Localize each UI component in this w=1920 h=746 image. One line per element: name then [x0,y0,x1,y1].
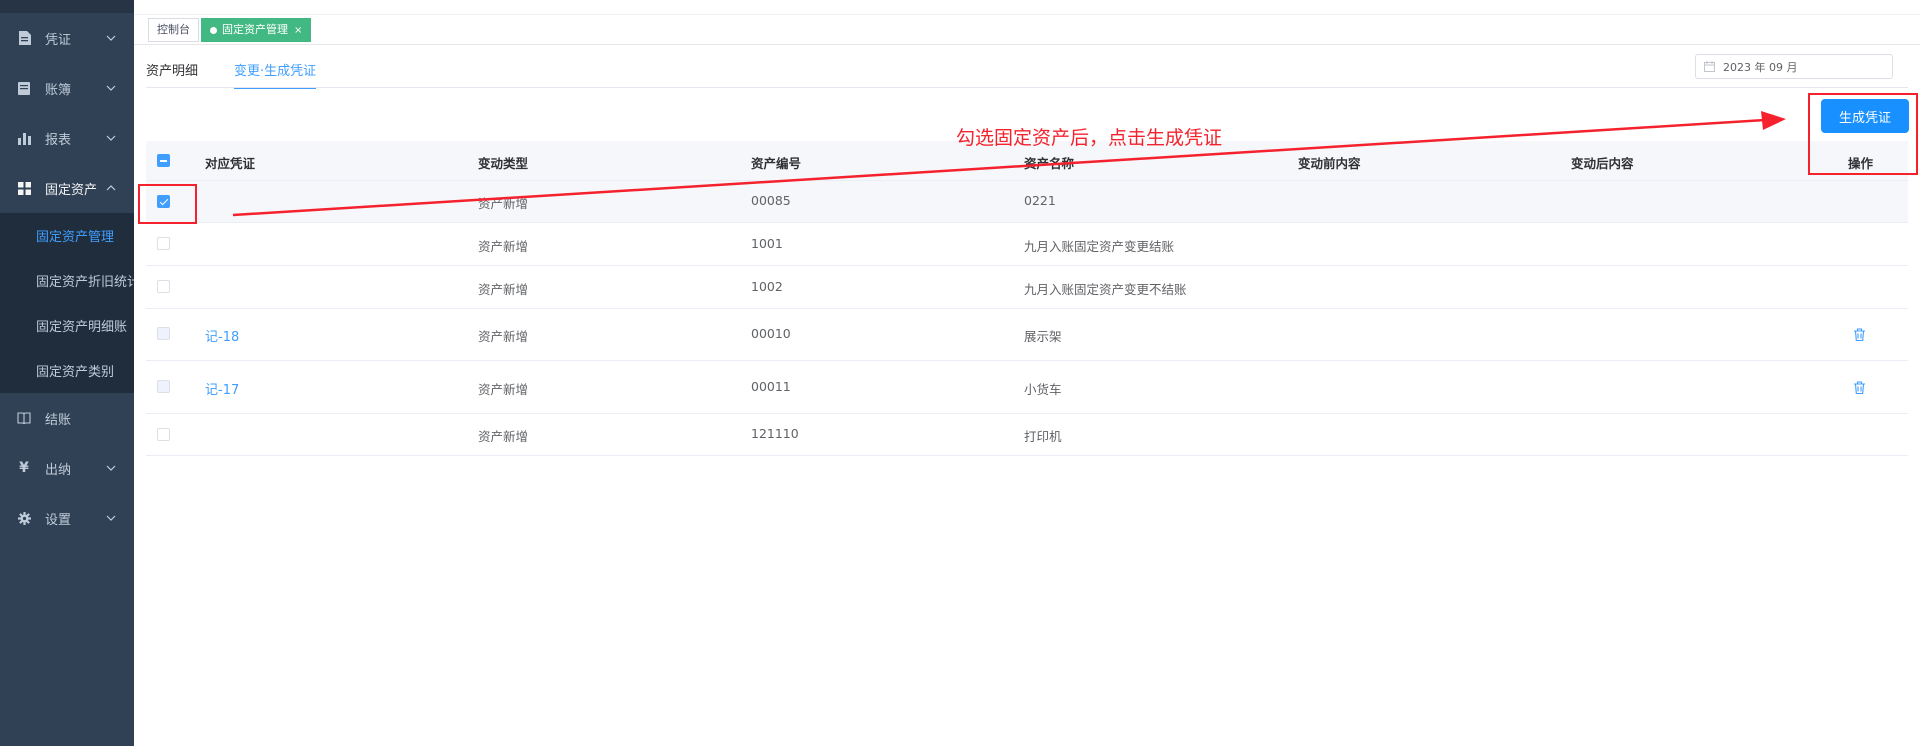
row-checkbox[interactable] [157,237,170,250]
submenu-item-asset-ledger[interactable]: 固定资产明细账 [0,303,134,348]
row-checkbox[interactable] [157,327,170,340]
chevron-up-icon [106,185,116,191]
asset-code: 1002 [751,279,783,294]
chevron-down-icon [106,135,116,141]
sidebar-item-label: 固定资产 [45,182,98,198]
sidebar-item-label: 凭证 [45,32,72,48]
chevron-down-icon [106,35,116,41]
submenu-item-asset-category[interactable]: 固定资产类别 [0,348,134,393]
header-asset-code: 资产编号 [751,156,802,171]
table-row[interactable]: 记-17 资产新增 00011 小货车 [146,361,1908,414]
sidebar-item-settings[interactable]: 设置 [0,493,134,543]
tab-asset-detail[interactable]: 资产明细 [146,60,198,88]
header-voucher: 对应凭证 [205,156,256,171]
month-picker-value: 2023 年 09 月 [1723,60,1798,74]
tag-console[interactable]: 控制台 [148,18,199,42]
voucher-link[interactable]: 记-18 [205,326,239,345]
tag-label: 固定资产管理 [222,23,288,36]
change-type: 资产新增 [478,382,529,397]
open-book-icon [17,411,31,425]
fixed-assets-submenu: 固定资产管理 固定资产折旧统计 固定资产明细账 固定资产类别 [0,213,134,393]
sidebar-item-voucher[interactable]: 凭证 [0,13,134,63]
tags-view: 控制台 固定资产管理 × [134,0,1920,45]
asset-name: 九月入账固定资产变更结账 [1024,239,1175,254]
header-after: 变动后内容 [1571,156,1634,171]
document-icon [17,31,31,45]
sidebar-item-closing[interactable]: 结账 [0,393,134,443]
sidebar-item-ledger[interactable]: 账簿 [0,63,134,113]
row-checkbox[interactable] [157,428,170,441]
sidebar-item-label: 结账 [45,412,72,428]
yen-icon: ¥ [19,460,29,476]
table-row[interactable]: 资产新增 121110 打印机 [146,414,1908,456]
table-row[interactable]: 资产新增 1002 九月入账固定资产变更不结账 [146,266,1908,309]
tabs: 资产明细 变更·生成凭证 [146,60,352,89]
select-all-checkbox[interactable] [157,154,170,167]
header-asset-name: 资产名称 [1024,156,1075,171]
change-type: 资产新增 [478,239,529,254]
sidebar-top [0,0,134,13]
annotation-highlight-checkbox [138,184,197,224]
change-table: 对应凭证 变动类型 资产编号 资产名称 变动前内容 变动后内容 操作 资产新增 … [146,141,1908,456]
gear-icon [17,511,31,525]
book-icon [17,81,31,95]
chevron-down-icon [106,515,116,521]
row-checkbox[interactable] [157,380,170,393]
change-type: 资产新增 [478,429,529,444]
trash-icon[interactable] [1853,328,1866,341]
tabs-divider [146,87,1908,88]
sidebar-item-reports[interactable]: 报表 [0,113,134,163]
main-content: 控制台 固定资产管理 × 资产明细 变更·生成凭证 2023 年 09 月 生成凭… [134,0,1920,746]
sidebar-item-label: 设置 [45,512,72,528]
asset-name: 打印机 [1024,429,1062,444]
sidebar-item-fixed-assets[interactable]: 固定资产 [0,163,134,213]
change-type: 资产新增 [478,282,529,297]
annotation-highlight-button [1808,93,1918,175]
voucher-link[interactable]: 记-17 [205,379,239,398]
table-row[interactable]: 记-18 资产新增 00010 展示架 [146,309,1908,361]
asset-name: 展示架 [1024,329,1062,344]
table-row[interactable]: 资产新增 1001 九月入账固定资产变更结账 [146,223,1908,266]
asset-code: 00011 [751,379,791,394]
sidebar: 凭证 账簿 报表 固定资产 固定资产管理 固定资产折旧统计 固定资产明细账 固定… [0,0,134,746]
bar-chart-icon [17,131,31,145]
calendar-icon [1704,61,1715,72]
close-icon[interactable]: × [294,25,302,36]
submenu-item-asset-management[interactable]: 固定资产管理 [0,213,134,258]
sidebar-item-cashier[interactable]: ¥ 出纳 [0,443,134,493]
sidebar-item-label: 报表 [45,132,72,148]
tag-asset-management[interactable]: 固定资产管理 × [201,18,312,42]
change-type: 资产新增 [478,329,529,344]
asset-name: 0221 [1024,193,1056,208]
tab-change-generate-voucher[interactable]: 变更·生成凭证 [234,60,317,89]
header-change-type: 变动类型 [478,156,529,171]
asset-code: 00010 [751,326,791,341]
asset-code: 1001 [751,236,783,251]
trash-icon[interactable] [1853,381,1866,394]
asset-code: 00085 [751,193,791,208]
month-picker[interactable]: 2023 年 09 月 [1695,54,1893,79]
asset-code: 121110 [751,426,799,441]
asset-name: 九月入账固定资产变更不结账 [1024,282,1187,297]
annotation-text: 勾选固定资产后，点击生成凭证 [956,127,1223,149]
grid-icon [17,181,31,195]
sidebar-item-label: 出纳 [45,462,72,478]
chevron-down-icon [106,465,116,471]
table-row[interactable]: 资产新增 00085 0221 [146,181,1908,223]
row-checkbox[interactable] [157,280,170,293]
change-type: 资产新增 [478,196,529,211]
chevron-down-icon [106,85,116,91]
header-before: 变动前内容 [1298,156,1361,171]
submenu-item-depreciation-stats[interactable]: 固定资产折旧统计 [0,258,134,303]
sidebar-item-label: 账簿 [45,82,72,98]
asset-name: 小货车 [1024,382,1062,397]
